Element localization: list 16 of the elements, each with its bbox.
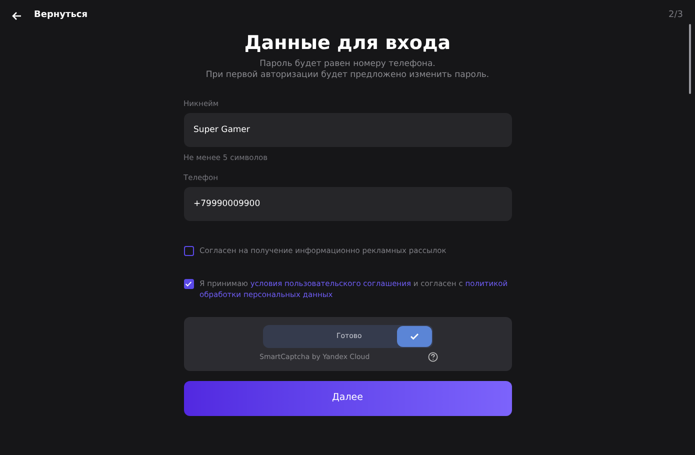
help-icon[interactable] bbox=[428, 352, 438, 362]
input-field[interactable]: +79990009900 bbox=[184, 187, 512, 221]
input-field[interactable]: Super Gamer bbox=[184, 113, 512, 147]
captcha-checkbox[interactable] bbox=[396, 326, 432, 347]
checkbox[interactable] bbox=[184, 246, 194, 256]
check-icon bbox=[410, 333, 418, 340]
scrollbar bbox=[689, 24, 691, 94]
subtitle-text: Пароль будет равен номеру телефона. bbox=[260, 59, 436, 70]
page-title: Данные для входа bbox=[243, 31, 452, 56]
subtitle-text: При первой авторизации будет предложено изменить пароль. bbox=[206, 70, 490, 81]
back-button[interactable]: Вернуться bbox=[12, 9, 88, 23]
checkbox[interactable] bbox=[184, 279, 194, 289]
back-arrow-icon bbox=[12, 11, 22, 21]
check-icon bbox=[185, 281, 192, 287]
step-counter: 2/3 bbox=[668, 9, 683, 22]
next-button[interactable]: Далее bbox=[184, 381, 512, 416]
